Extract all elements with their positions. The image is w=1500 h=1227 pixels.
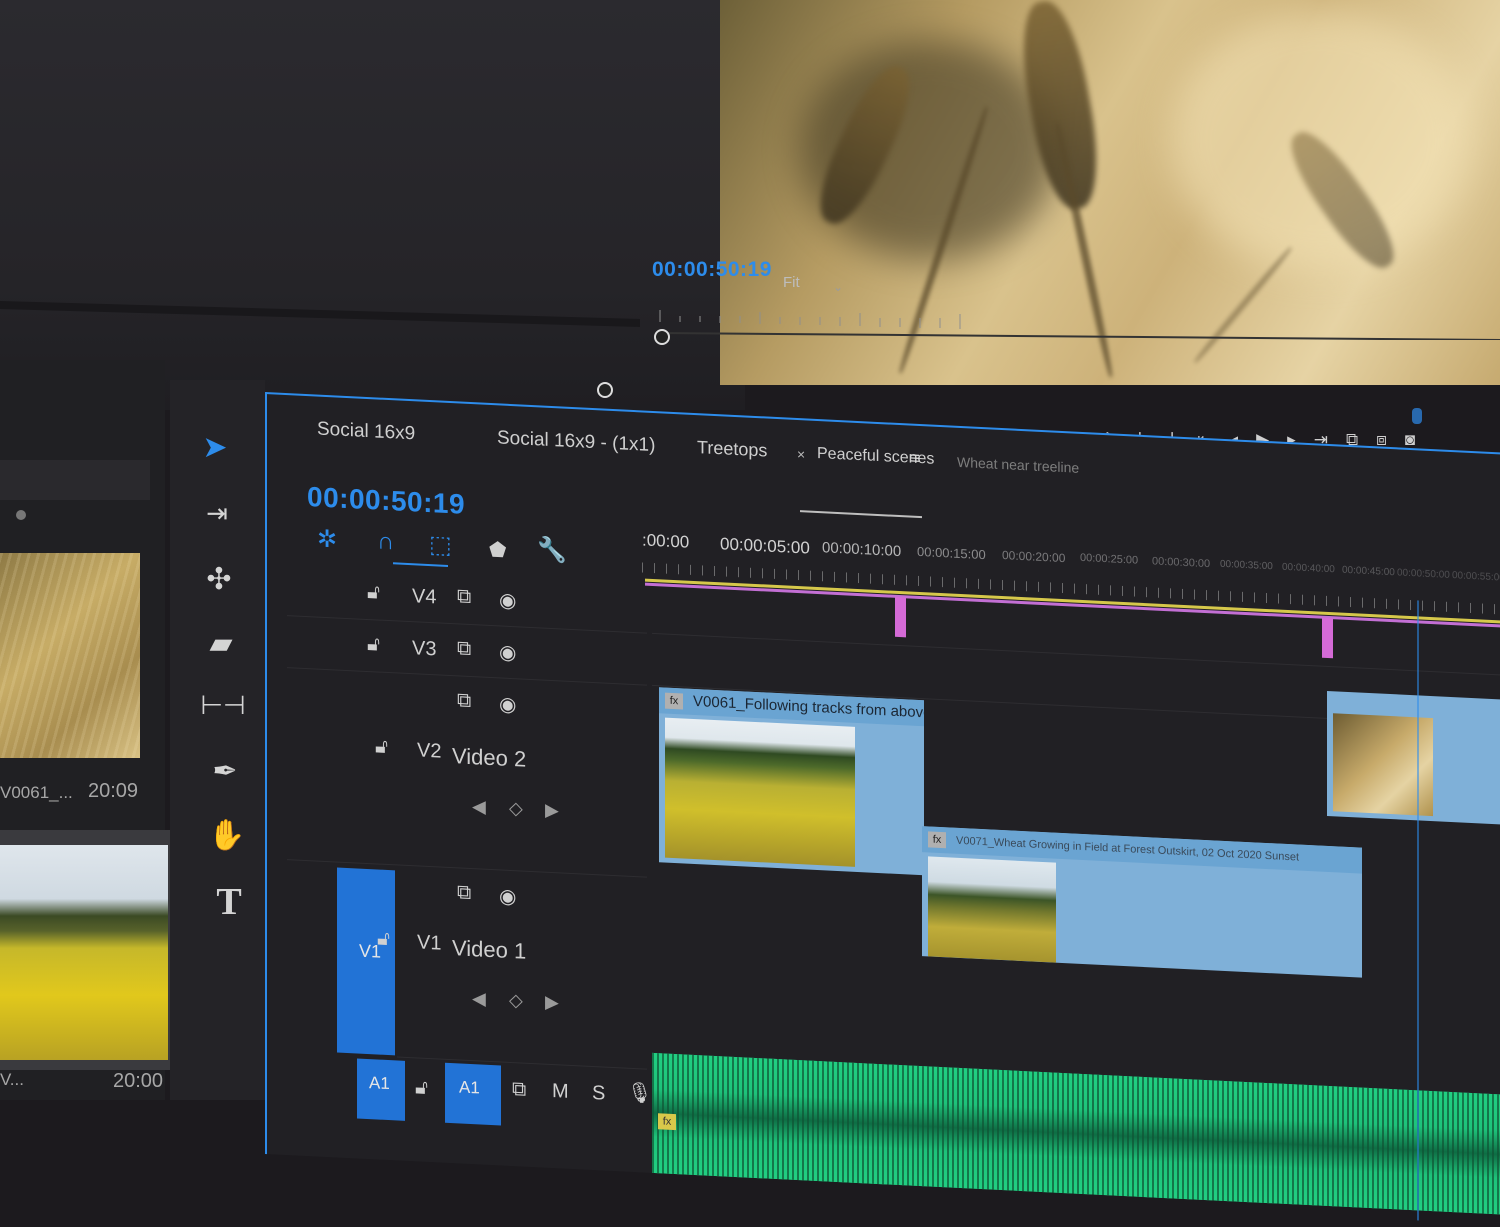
bin-clip-thumbnail[interactable] (0, 845, 168, 1060)
snap-active-indicator (393, 562, 448, 567)
wrench-settings-icon[interactable]: 🔧 (537, 535, 567, 565)
tab-wheat-near-treeline[interactable]: Wheat near treeline (957, 454, 1079, 476)
ripple-edit-tool-icon[interactable]: ✣ (194, 562, 244, 597)
add-keyframe-icon[interactable]: ◇ (509, 798, 523, 820)
razor-tool-icon[interactable]: ▰ (196, 626, 246, 661)
snap-magnet-icon[interactable]: ∩ (377, 527, 394, 556)
eye-icon[interactable]: ◉ (499, 691, 516, 717)
fx-badge: fx (665, 692, 683, 710)
ruler-label: 00:00:30:00 (1152, 555, 1211, 571)
track-label-v3[interactable]: V3 (412, 637, 436, 661)
nest-sequence-icon[interactable]: ✲ (317, 525, 337, 555)
program-time-ruler[interactable] (655, 300, 1500, 340)
program-playhead-handle[interactable] (654, 329, 670, 345)
ruler-label: 00:00:10:00 (822, 539, 902, 561)
track-label-v2[interactable]: V2 (417, 739, 441, 763)
bin-clip-duration: 20:09 (88, 780, 139, 802)
lock-icon[interactable]: 🔓︎ (377, 927, 390, 951)
next-keyframe-icon[interactable]: ▶ (545, 992, 559, 1014)
tab-social-16x9[interactable]: Social 16x9 (317, 419, 415, 446)
ruler-label: 00:00:05:00 (720, 534, 810, 558)
track-select-tool-icon[interactable]: ⇥ (192, 498, 242, 529)
track-header-v1: ⧉ ◉ 🔓︎ V1 Video 1 ◀ ◇ ▶ (377, 866, 647, 1070)
eye-icon[interactable]: ◉ (499, 883, 516, 909)
fx-badge: fx (928, 831, 946, 849)
tab-social-16x9-1x1[interactable]: Social 16x9 - (1x1) (497, 427, 655, 457)
ruler-label: 00:00:20:00 (1002, 548, 1066, 566)
track-label-v1[interactable]: V1 (417, 931, 441, 955)
fx-badge: fx (658, 1113, 676, 1131)
ruler-label: 00:00:50:00 (1397, 567, 1450, 581)
sync-lock-icon[interactable]: ⧉ (457, 585, 471, 609)
v1-target-toggle[interactable]: V1 (337, 867, 395, 1056)
sync-lock-icon[interactable]: ⧉ (457, 637, 471, 661)
ruler-label: 00:00:40:00 (1282, 561, 1335, 576)
add-marker-icon[interactable]: ⬟ (489, 537, 506, 563)
ruler-label: 00:00:45:00 (1342, 564, 1395, 579)
sequence-timecode[interactable]: 00:00:50:19 (307, 481, 465, 521)
zoom-level-select[interactable]: Fit (783, 274, 800, 291)
eye-icon[interactable]: ◉ (499, 587, 516, 613)
sync-lock-icon[interactable]: ⧉ (457, 689, 471, 713)
track-name-video-1[interactable]: Video 1 (452, 935, 526, 965)
linked-selection-icon[interactable]: ⬚ (429, 530, 452, 560)
ruler-label: 00:00:25:00 (1080, 551, 1139, 567)
a1-source-label: A1 (369, 1073, 390, 1094)
video-clip[interactable]: V0061_Following tracks from above a whea… (659, 687, 924, 876)
prev-keyframe-icon[interactable]: ◀ (472, 988, 486, 1010)
lock-icon[interactable]: 🔓︎ (367, 581, 380, 605)
active-tab-indicator (800, 510, 922, 519)
source-scrub-handle[interactable] (597, 382, 613, 398)
ruler-label: 00:00:55:00 (1452, 570, 1500, 584)
selection-tool-icon[interactable]: ➤ (190, 430, 240, 465)
clip-thumbnail (928, 856, 1056, 963)
sync-lock-icon[interactable]: ⧉ (457, 881, 471, 905)
add-keyframe-icon[interactable]: ◇ (509, 990, 523, 1012)
pen-tool-icon[interactable]: ✒ (200, 754, 250, 789)
a1-target-label: A1 (459, 1077, 480, 1098)
next-keyframe-icon[interactable]: ▶ (545, 800, 559, 822)
bin-clip-name: V... (0, 1070, 24, 1089)
ruler-label: 00:00:15:00 (917, 543, 986, 563)
audio-waveform (652, 1052, 1500, 1217)
bin-zoom-handle[interactable] (16, 510, 26, 520)
chevron-down-icon[interactable]: ⌄ (833, 280, 843, 294)
ruler-label: :00:00 (642, 530, 690, 552)
a1-target-toggle[interactable]: A1 (445, 1062, 501, 1126)
bin-clip-thumbnail[interactable] (0, 553, 140, 758)
program-timecode[interactable]: 00:00:50:19 (652, 258, 772, 282)
timeline-panel: Social 16x9 Social 16x9 - (1x1) Treetops… (265, 392, 1500, 1221)
audio-clip[interactable]: fx (652, 1052, 1500, 1217)
bin-zoom-bar[interactable] (0, 460, 150, 500)
type-tool-icon[interactable]: T (204, 880, 254, 924)
tab-treetops[interactable]: Treetops (697, 437, 767, 461)
bin-clip-name: V0061_... (0, 783, 73, 802)
track-name-video-2[interactable]: Video 2 (452, 743, 526, 773)
prev-keyframe-icon[interactable]: ◀ (472, 796, 486, 818)
a1-source-patch[interactable]: A1 (357, 1058, 405, 1121)
video-clip[interactable]: V0071_Wheat Growing in Field at Forest O… (922, 826, 1362, 978)
playhead-line[interactable] (1417, 600, 1419, 1221)
source-monitor-panel (0, 0, 745, 410)
close-tab-icon[interactable]: × (797, 446, 805, 462)
hand-tool-icon[interactable]: ✋ (202, 818, 252, 853)
lock-icon[interactable]: 🔓︎ (415, 1076, 428, 1100)
track-header-v2: ⧉ ◉ 🔓︎ V2 Video 2 ◀ ◇ ▶ (287, 669, 647, 878)
eye-icon[interactable]: ◉ (499, 639, 516, 665)
ruler-ticks (659, 310, 961, 329)
bin-clip-duration: 20:00 (113, 1070, 164, 1092)
ruler-label: 00:00:35:00 (1220, 558, 1273, 573)
solo-button[interactable]: S (592, 1082, 605, 1106)
track-label-v4[interactable]: V4 (412, 585, 436, 609)
slip-tool-icon[interactable]: ⊢⊣ (198, 690, 248, 721)
clip-thumbnail (665, 717, 855, 867)
tools-panel: ➤ ⇥ ✣ ▰ ⊢⊣ ✒ ✋ T (170, 380, 265, 1100)
microphone-icon[interactable]: 🎙︎ (627, 1080, 652, 1106)
tab-menu-icon[interactable]: ≡ (910, 449, 920, 469)
sync-lock-icon[interactable]: ⧉ (512, 1078, 526, 1102)
mute-button[interactable]: M (552, 1080, 569, 1104)
lock-icon[interactable]: 🔓︎ (375, 735, 388, 759)
lock-icon[interactable]: 🔓︎ (367, 633, 380, 657)
video-clip[interactable] (1327, 690, 1500, 827)
